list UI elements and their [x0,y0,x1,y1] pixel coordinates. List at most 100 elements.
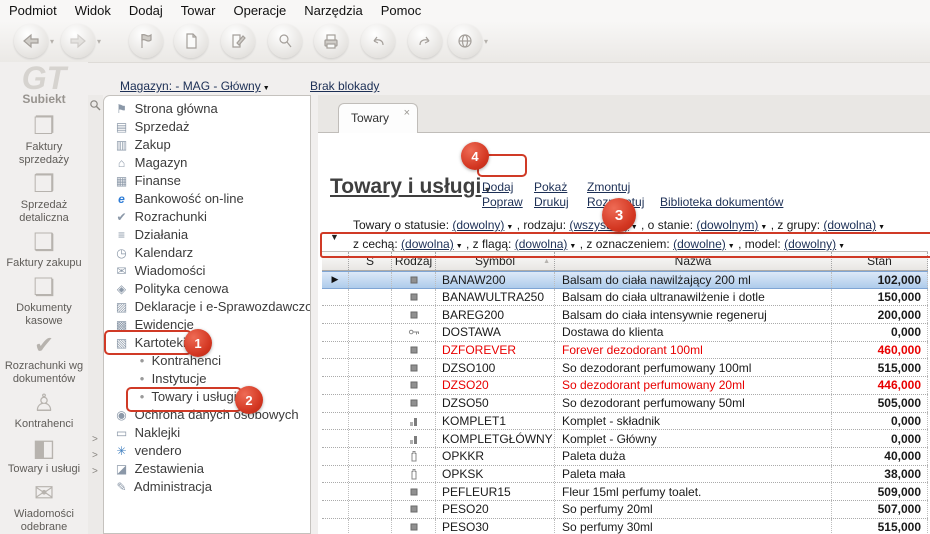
toolbar-web-button[interactable] [448,24,482,58]
sidebar-item-sprzedaz-detaliczna[interactable]: ❒ Sprzedaż detaliczna [0,170,88,225]
tree-item-naklejki[interactable]: ▭ Naklejki [104,424,310,442]
menu-item-widok[interactable]: Widok [66,0,120,18]
filter-value-dowolna[interactable]: (dowolna) [515,237,568,251]
add-link[interactable]: Dodaj [482,180,523,195]
toolbar-forward-button[interactable] [61,24,95,58]
column-header-rodzaj[interactable]: Rodzaj [392,252,436,270]
tree-item-wiadomosci[interactable]: ✉ Wiadomości [104,262,310,280]
filter-value-dowolna[interactable]: (dowolna) [823,218,876,232]
close-icon[interactable]: × [404,107,410,119]
table-row-peso30[interactable]: PESO30 So perfumy 30ml 515,000 [322,518,928,534]
chevron-down-icon[interactable]: ▾ [484,37,488,46]
toolbar-edit-document-button[interactable] [221,24,255,58]
table-row-dzforever[interactable]: DZFOREVER Forever dezodorant 100ml 460,000 [322,341,928,360]
filter-value-dowolny[interactable]: (dowolny) [452,218,504,232]
table-row-dostawa[interactable]: DOSTAWA Dostawa do klienta 0,000 [322,324,928,342]
chevron-down-icon[interactable]: ▼ [506,220,513,236]
toolbar-back-button[interactable] [14,24,48,58]
sidebar-item-faktury-sprzedazy[interactable]: ❐ Faktury sprzedaży [0,112,88,167]
show-link[interactable]: Pokaż [534,180,569,195]
column-header-symbol[interactable]: Symbol ▲ [436,252,555,270]
warehouse-selector[interactable]: Magazyn: - MAG - Główny ▼ [120,79,270,93]
table-row-dzso100[interactable]: DZSO100 So dezodorant perfumowany 100ml 51… [322,359,928,378]
tree-item-zakup[interactable]: ▥ Zakup [104,136,310,154]
column-header-s[interactable]: S [349,252,392,270]
toolbar-redo-button[interactable] [408,24,442,58]
tree-item-deklaracje-i-e-sprawozdawczosc[interactable]: ▨ Deklaracje i e-Sprawozdawczość [104,298,310,316]
tree-item-dzia-ania[interactable]: ≡ Działania [104,226,310,244]
toolbar-undo-button[interactable] [361,24,395,58]
chevron-down-icon[interactable]: ▼ [631,220,638,236]
toolbar-flag-button[interactable] [129,24,163,58]
column-header-nazwa[interactable]: Nazwa [555,252,832,270]
tree-item-ewidencje[interactable]: ▩ Ewidencje [104,316,310,334]
table-row-banawultra250[interactable]: BANAWULTRA250 Balsam do ciała ultranawilż… [322,288,928,307]
tab-towary[interactable]: Towary × [338,103,418,133]
tree-item-administracja[interactable]: ✎ Administracja [104,478,310,496]
disassemble-link[interactable]: Rozmontuj [587,195,644,210]
tree-item-label: Zakup [131,137,171,152]
table-row-dzso20[interactable]: DZSO20 So dezodorant perfumowany 20ml 446,… [322,377,928,395]
cell-s [349,394,392,412]
tree-item-towary-i-us-ugi[interactable]: • Towary i usługi [104,388,310,406]
toolbar-print-button[interactable] [314,24,348,58]
table-row-banaw200[interactable]: ▶ BANAW200 Balsam do ciała nawilżający 200… [322,271,928,289]
tree-item-rozrachunki[interactable]: ✔ Rozrachunki [104,208,310,226]
tree-item-instytucje[interactable]: • Instytucje [104,370,310,388]
filter-value-dowolna[interactable]: (dowolna) [401,237,454,251]
toolbar-find-button[interactable] [268,24,302,58]
tree-item-vendero[interactable]: ✳ vendero [104,442,310,460]
tree-item-polityka-cenowa[interactable]: ◈ Polityka cenowa [104,280,310,298]
column-header-selector[interactable] [322,252,349,270]
filter-value-dowolne[interactable]: (dowolne) [673,237,726,251]
table-row-peso20[interactable]: PESO20 So perfumy 20ml 507,000 [322,500,928,519]
sidebar-item-towary-i-us-ugi[interactable]: ◧ Towary i usługi [0,434,88,476]
toolbar-new-document-button[interactable] [174,24,208,58]
document-library-link[interactable]: Biblioteka dokumentów [660,195,783,210]
filter-toggle-icon[interactable]: ▼ [330,232,339,242]
sidebar-item-dokumenty-kasowe[interactable]: ❏ Dokumenty kasowe [0,273,88,328]
chevron-down-icon[interactable]: ▾ [50,37,54,46]
collapsed-modules-strip[interactable]: > > > Lista modułów [88,95,103,534]
table-row-komplet1[interactable]: KOMPLET1 Komplet - składnik 0,000 [322,412,928,431]
tree-item-strona-g-owna[interactable]: ⚑ Strona główna [104,100,310,118]
assemble-link[interactable]: Zmontuj [587,180,644,195]
print-link[interactable]: Drukuj [534,195,569,210]
filter-value-dowolny[interactable]: (dowolny) [784,237,836,251]
tree-item-ochrona-danych-osobowych[interactable]: ◉ Ochrona danych osobowych [104,406,310,424]
edit-link[interactable]: Popraw [482,195,523,210]
column-header-stan[interactable]: Stan [832,252,928,270]
sidebar-item-wiadomosci-odebrane[interactable]: ✉ Wiadomości odebrane [0,479,88,534]
tree-item-magazyn[interactable]: ⌂ Magazyn [104,154,310,172]
table-row-opkkr[interactable]: OPKKR Paleta duża 40,000 [322,447,928,466]
page-title[interactable]: Towary i usługi ▼ [330,175,492,199]
table-row-kompletg-owny[interactable]: KOMPLETGŁÓWNY Komplet - Główny 0,000 [322,430,928,448]
lock-status-link[interactable]: Brak blokady [310,79,379,93]
menu-item-narzedzia[interactable]: Narzędzia [295,0,372,18]
menu-item-podmiot[interactable]: Podmiot [0,0,66,18]
tree-item-kartoteki[interactable]: ▧ Kartoteki [104,334,310,352]
search-pin-icon[interactable] [89,99,102,112]
tree-item-finanse[interactable]: ▦ Finanse [104,172,310,190]
menu-item-pomoc[interactable]: Pomoc [372,0,430,18]
filter-value-wszystkie[interactable]: (wszystkie) [569,218,628,232]
menu-item-operacje[interactable]: Operacje [224,0,295,18]
table-row-dzso50[interactable]: DZSO50 So dezodorant perfumowany 50ml 505,… [322,394,928,413]
sidebar-item-rozrachunki-wg-dokumentow[interactable]: ✔ Rozrachunki wg dokumentów [0,331,88,386]
menu-item-towar[interactable]: Towar [172,0,225,18]
chevron-down-icon[interactable]: ▼ [878,220,885,236]
chevron-down-icon[interactable]: ▾ [97,37,101,46]
sidebar-item-kontrahenci[interactable]: ♙ Kontrahenci [0,389,88,431]
tree-item-kontrahenci[interactable]: • Kontrahenci [104,352,310,370]
menu-item-dodaj[interactable]: Dodaj [120,0,172,18]
tree-item-zestawienia[interactable]: ◪ Zestawienia [104,460,310,478]
filter-value-dowolnym[interactable]: (dowolnym) [696,218,758,232]
table-row-bareg200[interactable]: BAREG200 Balsam do ciała intensywnie rege… [322,306,928,325]
table-row-pefleur15[interactable]: PEFLEUR15 Fleur 15ml perfumy toalet. 509,0… [322,483,928,501]
sidebar-item-faktury-zakupu[interactable]: ❑ Faktury zakupu [0,228,88,270]
chevron-down-icon[interactable]: ▼ [760,220,767,236]
tree-item-bankowosc-on-line[interactable]: e Bankowość on-line [104,190,310,208]
table-row-opksk[interactable]: OPKSK Paleta mała 38,000 [322,465,928,484]
tree-item-sprzedaz[interactable]: ▤ Sprzedaż [104,118,310,136]
tree-item-kalendarz[interactable]: ◷ Kalendarz [104,244,310,262]
